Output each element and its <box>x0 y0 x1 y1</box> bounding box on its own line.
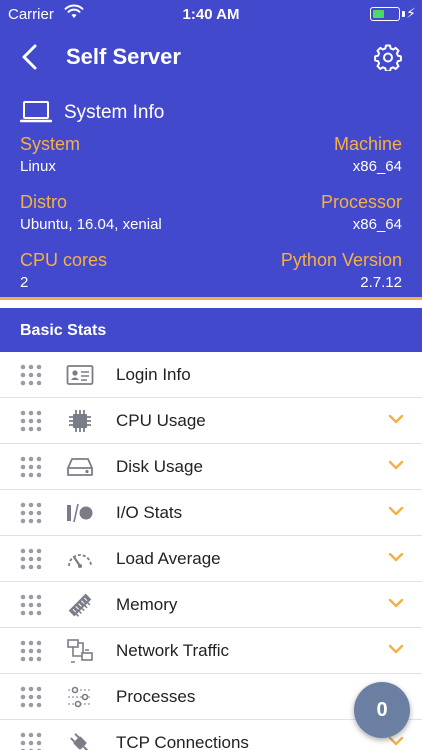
battery-level <box>373 10 384 18</box>
list-item-network-traffic[interactable]: Network Traffic <box>0 628 422 674</box>
chevron-down-icon[interactable] <box>388 459 404 471</box>
id-card-icon <box>66 365 94 385</box>
list-item-load-average[interactable]: Load Average <box>0 536 422 582</box>
distro-value: Ubuntu, 16.04, xenial <box>20 216 162 233</box>
list-item-login-info[interactable]: Login Info <box>0 352 422 398</box>
drag-handle-icon[interactable] <box>20 640 42 662</box>
plug-icon <box>70 733 90 750</box>
list-item-label: CPU Usage <box>116 411 206 430</box>
speedometer-icon <box>68 554 92 568</box>
list-item-disk-usage[interactable]: Disk Usage <box>0 444 422 490</box>
chevron-down-icon[interactable] <box>388 597 404 609</box>
list-item-label: Load Average <box>116 549 221 568</box>
header-panel: Carrier 1:40 AM ⚡ Self Server System Inf… <box>0 0 422 300</box>
list-item-label: Network Traffic <box>116 641 230 660</box>
basic-stats-list: Login Info CPU Usage Disk Usage I/O Stat… <box>0 352 422 750</box>
chevron-down-icon[interactable] <box>388 413 404 425</box>
page-title: Self Server <box>66 44 181 69</box>
network-icon <box>67 639 93 663</box>
info-row-system: System Linux Machine x86_64 <box>20 134 402 182</box>
memory-stick-icon <box>68 593 92 617</box>
divider-spacer <box>0 300 422 308</box>
processor-value: x86_64 <box>352 216 402 233</box>
clock: 1:40 AM <box>182 6 240 23</box>
battery-icon <box>370 7 400 21</box>
list-item-cpu-usage[interactable]: CPU Usage <box>0 398 422 444</box>
drag-handle-icon[interactable] <box>20 732 42 750</box>
machine-label: Machine <box>333 134 402 154</box>
drag-handle-icon[interactable] <box>20 456 42 478</box>
cpu-cores-value: 2 <box>20 274 29 291</box>
chevron-down-icon[interactable] <box>388 505 404 517</box>
status-bar: Carrier 1:40 AM ⚡ <box>0 0 422 30</box>
laptop-icon <box>20 101 52 123</box>
chevron-down-icon[interactable] <box>388 643 404 655</box>
notification-count-button[interactable]: 0 <box>354 682 410 738</box>
list-item-label: Disk Usage <box>116 457 203 476</box>
sliders-icon <box>68 686 92 708</box>
drag-handle-icon[interactable] <box>20 594 42 616</box>
cpu-chip-icon <box>69 410 91 432</box>
list-item-label: Login Info <box>116 365 191 384</box>
system-info-title: System Info <box>64 102 165 123</box>
drag-handle-icon[interactable] <box>20 686 42 708</box>
system-value: Linux <box>20 158 56 175</box>
list-item-label: TCP Connections <box>116 733 249 750</box>
battery-tip <box>402 11 405 17</box>
drag-handle-icon[interactable] <box>20 548 42 570</box>
drag-handle-icon[interactable] <box>20 410 42 432</box>
chevron-down-icon[interactable] <box>388 735 404 747</box>
back-icon[interactable] <box>18 42 42 72</box>
drag-handle-icon[interactable] <box>20 364 42 386</box>
list-item-label: I/O Stats <box>116 503 183 522</box>
drag-handle-icon[interactable] <box>20 502 42 524</box>
cpu-cores-label: CPU cores <box>20 250 108 270</box>
list-item-label: Memory <box>116 595 178 614</box>
list-item-memory[interactable]: Memory <box>0 582 422 628</box>
basic-stats-header: Basic Stats <box>0 308 422 352</box>
info-row-distro: Distro Ubuntu, 16.04, xenial Processor x… <box>20 192 402 240</box>
nav-bar: Self Server <box>0 30 422 84</box>
list-item-label: Processes <box>116 687 196 706</box>
info-row-cpu: CPU cores 2 Python Version 2.7.12 <box>20 250 402 298</box>
io-icon <box>67 503 93 523</box>
distro-label: Distro <box>20 192 68 212</box>
hard-drive-icon <box>67 458 93 476</box>
list-item-io-stats[interactable]: I/O Stats <box>0 490 422 536</box>
python-version-value: 2.7.12 <box>360 274 402 291</box>
python-version-label: Python Version <box>280 250 402 270</box>
basic-stats-title: Basic Stats <box>20 322 107 339</box>
processor-label: Processor <box>320 192 402 212</box>
gear-icon[interactable] <box>374 43 402 71</box>
charging-icon: ⚡ <box>406 5 416 21</box>
system-label: System <box>20 134 81 154</box>
machine-value: x86_64 <box>352 158 402 175</box>
chevron-down-icon[interactable] <box>388 551 404 563</box>
